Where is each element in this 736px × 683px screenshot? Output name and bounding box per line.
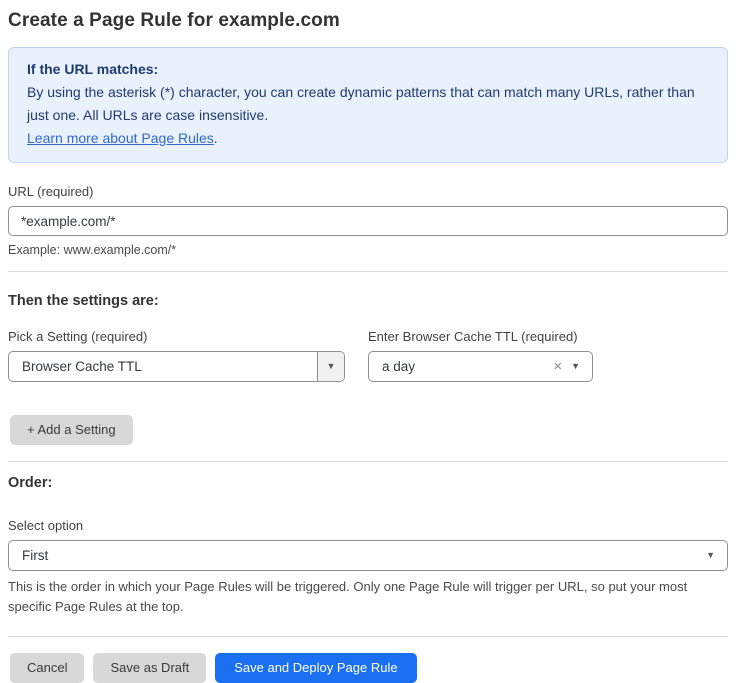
url-label: URL (required) <box>8 184 728 199</box>
clear-icon[interactable]: × <box>553 359 571 374</box>
order-heading: Order: <box>8 475 728 491</box>
settings-row: Pick a Setting (required) Browser Cache … <box>8 309 728 382</box>
url-match-info-box: If the URL matches: By using the asteris… <box>8 47 728 163</box>
ttl-select-value: a day <box>369 359 553 374</box>
setting-select-value: Browser Cache TTL <box>9 359 317 374</box>
info-box-body: By using the asterisk (*) character, you… <box>27 81 709 150</box>
divider <box>8 271 728 272</box>
setting-select-caret-section[interactable]: ▼ <box>317 352 344 381</box>
ttl-select[interactable]: a day × ▼ <box>368 351 593 382</box>
page-rule-form: Create a Page Rule for example.com If th… <box>0 0 736 683</box>
url-helper-text: Example: www.example.com/* <box>8 243 728 257</box>
page-title: Create a Page Rule for example.com <box>8 10 728 32</box>
link-period: . <box>214 130 218 146</box>
info-box-heading: If the URL matches: <box>27 58 709 81</box>
order-select-value: First <box>9 548 706 563</box>
order-select[interactable]: First ▼ <box>8 540 728 571</box>
divider <box>8 636 728 637</box>
setting-select-label: Pick a Setting (required) <box>8 329 345 344</box>
chevron-down-icon: ▼ <box>706 551 727 560</box>
setting-select-column: Pick a Setting (required) Browser Cache … <box>8 309 345 382</box>
order-select-label: Select option <box>8 518 728 533</box>
info-box-text: By using the asterisk (*) character, you… <box>27 84 695 123</box>
ttl-select-label: Enter Browser Cache TTL (required) <box>368 329 593 344</box>
settings-heading: Then the settings are: <box>8 293 728 309</box>
add-setting-row: + Add a Setting <box>8 415 728 445</box>
order-helper-text: This is the order in which your Page Rul… <box>8 577 728 617</box>
chevron-down-icon: ▼ <box>327 362 336 371</box>
footer-buttons: Cancel Save as Draft Save and Deploy Pag… <box>8 653 728 683</box>
divider <box>8 461 728 462</box>
add-setting-button[interactable]: + Add a Setting <box>10 415 133 445</box>
save-deploy-button[interactable]: Save and Deploy Page Rule <box>215 653 416 683</box>
chevron-down-icon: ▼ <box>571 362 592 371</box>
setting-select[interactable]: Browser Cache TTL ▼ <box>8 351 345 382</box>
save-draft-button[interactable]: Save as Draft <box>93 653 206 683</box>
ttl-select-column: Enter Browser Cache TTL (required) a day… <box>368 309 593 382</box>
url-input[interactable] <box>8 206 728 236</box>
learn-more-link[interactable]: Learn more about Page Rules <box>27 130 214 146</box>
cancel-button[interactable]: Cancel <box>10 653 84 683</box>
